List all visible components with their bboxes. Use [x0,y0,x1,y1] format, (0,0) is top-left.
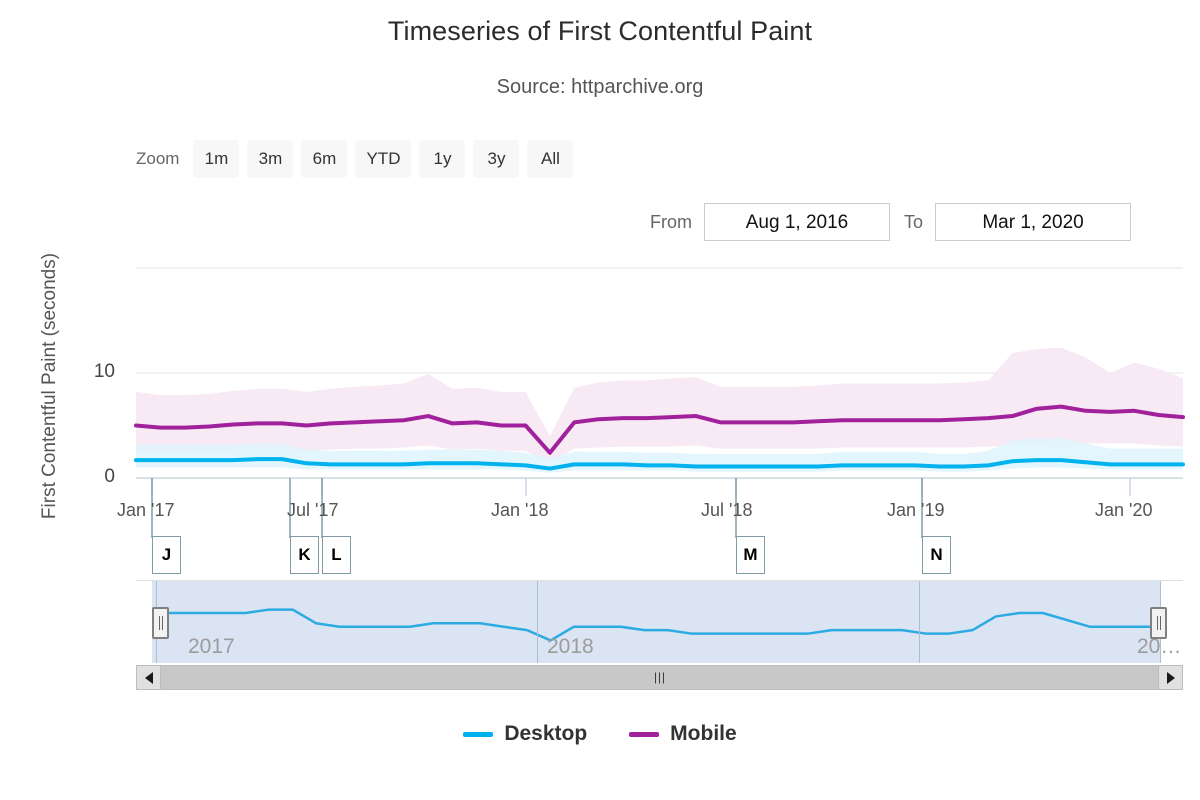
chart-subtitle: Source: httparchive.org [0,76,1200,99]
scrollbar-grip-icon[interactable] [654,672,666,683]
to-label: To [904,212,923,233]
x-tick-label: Jan '20 [1095,500,1152,521]
legend-swatch-mobile [629,732,659,737]
navigator-series [136,581,1183,663]
zoom-button-6m[interactable]: 6m [301,140,347,178]
page-title: Timeseries of First Contentful Paint [0,16,1200,47]
to-date-input[interactable]: Mar 1, 2020 [935,203,1131,241]
navigator-year-2018: 2018 [547,635,594,659]
from-label: From [650,212,692,233]
zoom-button-1y[interactable]: 1y [419,140,465,178]
x-tick-label: Jul '18 [701,500,752,521]
zoom-button-all[interactable]: All [527,140,573,178]
legend-label-desktop: Desktop [504,722,587,746]
navigator[interactable]: 2017 2018 20… [136,580,1183,663]
x-tick-label: Jan '19 [887,500,944,521]
legend-label-mobile: Mobile [670,722,737,746]
y-axis-title: First Contentful Paint (seconds) [39,186,61,586]
chart-legend: Desktop Mobile [0,722,1200,746]
range-selector: Zoom 1m 3m 6m YTD 1y 3y All [136,139,581,179]
navigator-gridline [537,581,538,663]
navigator-year-2017: 2017 [188,635,235,659]
legend-item-desktop[interactable]: Desktop [463,722,587,746]
y-tick-label: 0 [55,466,115,488]
navigator-gridline [919,581,920,663]
y-tick-label: 10 [55,361,115,383]
arrow-right-icon [1167,672,1175,684]
chart-scrollbar[interactable] [136,665,1183,690]
scroll-right-button[interactable] [1158,665,1183,690]
annotation-flag-n[interactable]: N [922,536,951,574]
navigator-handle-left[interactable] [152,607,169,639]
x-tick-label: Jul '17 [287,500,338,521]
navigator-handle-right[interactable] [1150,607,1167,639]
from-date-input[interactable]: Aug 1, 2016 [704,203,890,241]
legend-swatch-desktop [463,732,493,737]
annotation-flag-l[interactable]: L [322,536,351,574]
scroll-left-button[interactable] [136,665,161,690]
arrow-left-icon [145,672,153,684]
date-range-inputs: From Aug 1, 2016 To Mar 1, 2020 [650,201,1131,243]
legend-item-mobile[interactable]: Mobile [629,722,737,746]
zoom-label: Zoom [136,149,179,169]
zoom-button-3y[interactable]: 3y [473,140,519,178]
annotation-flag-j[interactable]: J [152,536,181,574]
scrollbar-track[interactable] [161,665,1158,690]
x-tick-label: Jan '17 [117,500,174,521]
annotation-flag-m[interactable]: M [736,536,765,574]
chart-page: Timeseries of First Contentful Paint Sou… [0,0,1200,800]
zoom-button-1m[interactable]: 1m [193,140,239,178]
zoom-button-ytd[interactable]: YTD [355,140,411,178]
annotation-flag-k[interactable]: K [290,536,319,574]
zoom-button-3m[interactable]: 3m [247,140,293,178]
x-tick-label: Jan '18 [491,500,548,521]
